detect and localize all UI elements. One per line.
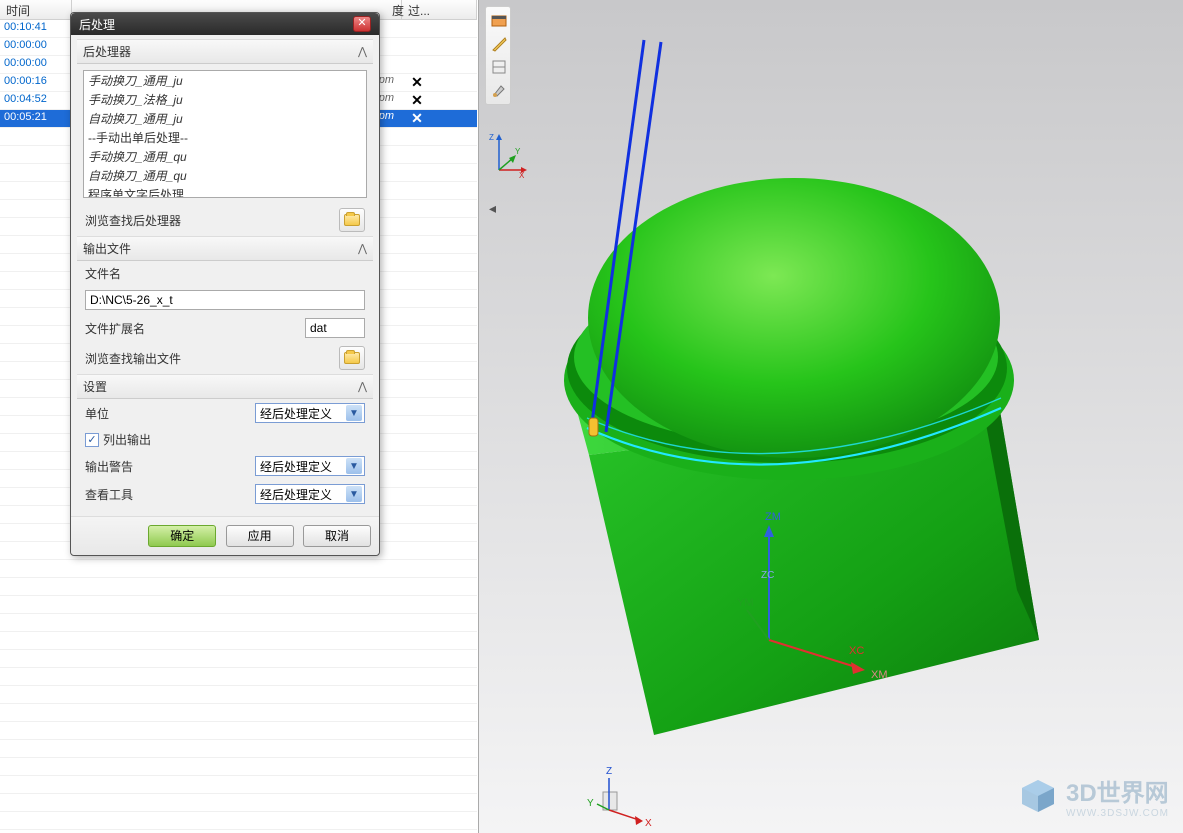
- chevron-up-icon[interactable]: ⋀: [358, 45, 367, 58]
- svg-text:ZC: ZC: [761, 570, 774, 581]
- list-item[interactable]: 手动换刀_通用_ju: [84, 71, 366, 90]
- list-item[interactable]: 手动换刀_法格_ju: [84, 90, 366, 109]
- ext-input[interactable]: [305, 318, 365, 338]
- table-row[interactable]: [0, 686, 477, 704]
- list-item[interactable]: 自动换刀_通用_ju: [84, 109, 366, 128]
- axis-xm-label: XM: [871, 669, 888, 681]
- table-row[interactable]: [0, 632, 477, 650]
- filename-label: 文件名: [85, 265, 121, 282]
- chevron-up-icon[interactable]: ⋀: [358, 242, 367, 255]
- col-time[interactable]: 时间: [0, 0, 72, 19]
- folder-icon: [344, 214, 360, 226]
- browse-output-button[interactable]: [339, 346, 365, 370]
- table-row[interactable]: [0, 794, 477, 812]
- warn-label: 输出警告: [85, 458, 133, 475]
- chevron-down-icon: ▼: [346, 458, 362, 474]
- filename-input[interactable]: [85, 290, 365, 310]
- close-icon[interactable]: ✕: [353, 16, 371, 32]
- table-row[interactable]: [0, 758, 477, 776]
- section-output: 输出文件: [83, 240, 131, 257]
- axis-y-label: YM: [737, 597, 754, 609]
- list-item[interactable]: --手动出单后处理--: [84, 128, 366, 147]
- 3d-viewport[interactable]: Z X Y ◂: [478, 0, 1183, 833]
- dialog-title: 后处理: [79, 16, 115, 33]
- axis-x-label: XC: [849, 645, 864, 657]
- table-row[interactable]: [0, 704, 477, 722]
- apply-button[interactable]: 应用: [226, 525, 294, 547]
- list-item[interactable]: 程序单文字后处理: [84, 185, 366, 198]
- browse-output-label: 浏览查找输出文件: [85, 350, 181, 367]
- section-settings: 设置: [83, 378, 107, 395]
- list-item[interactable]: 手动换刀_通用_qu: [84, 147, 366, 166]
- warn-dropdown[interactable]: 经后处理定义▼: [255, 456, 365, 476]
- list-output-label: 列出输出: [103, 431, 151, 448]
- table-row[interactable]: [0, 614, 477, 632]
- table-row[interactable]: [0, 596, 477, 614]
- section-postprocessor: 后处理器: [83, 43, 131, 60]
- viewtool-label: 查看工具: [85, 486, 133, 503]
- unit-dropdown[interactable]: 经后处理定义▼: [255, 403, 365, 423]
- browse-post-button[interactable]: [339, 208, 365, 232]
- unit-label: 单位: [85, 405, 109, 422]
- chevron-up-icon[interactable]: ⋀: [358, 380, 367, 393]
- table-row[interactable]: [0, 668, 477, 686]
- cube-icon: [1018, 776, 1058, 816]
- list-output-checkbox[interactable]: ✓: [85, 433, 99, 447]
- list-item[interactable]: 自动换刀_通用_qu: [84, 166, 366, 185]
- table-row[interactable]: [0, 812, 477, 830]
- table-row[interactable]: [0, 740, 477, 758]
- table-row[interactable]: [0, 578, 477, 596]
- folder-icon: [344, 352, 360, 364]
- svg-text:X: X: [645, 818, 652, 829]
- watermark-sub: WWW.3DSJW.COM: [1066, 808, 1169, 819]
- browse-post-label: 浏览查找后处理器: [85, 212, 181, 229]
- postprocessor-list[interactable]: 手动换刀_通用_ju手动换刀_法格_ju自动换刀_通用_ju--手动出单后处理-…: [83, 70, 367, 198]
- cancel-button[interactable]: 取消: [303, 525, 371, 547]
- svg-text:Z: Z: [606, 766, 612, 777]
- table-row[interactable]: [0, 560, 477, 578]
- ext-label: 文件扩展名: [85, 320, 145, 337]
- chevron-down-icon: ▼: [346, 405, 362, 421]
- axis-z-label: ZM: [765, 511, 781, 523]
- svg-text:Y: Y: [587, 798, 594, 809]
- col-over[interactable]: 过...: [402, 0, 477, 19]
- 3d-model: ZM XC XM YM ZC Z X Y: [479, 0, 1183, 833]
- watermark-text: 3D世界网: [1066, 773, 1169, 808]
- table-row[interactable]: [0, 776, 477, 794]
- viewtool-dropdown[interactable]: 经后处理定义▼: [255, 484, 365, 504]
- table-row[interactable]: [0, 722, 477, 740]
- postprocess-dialog: 后处理 ✕ 后处理器 ⋀ 手动换刀_通用_ju手动换刀_法格_ju自动换刀_通用…: [70, 12, 380, 556]
- table-row[interactable]: [0, 650, 477, 668]
- chevron-down-icon: ▼: [346, 486, 362, 502]
- watermark: 3D世界网 WWW.3DSJW.COM: [1018, 773, 1169, 819]
- ok-button[interactable]: 确定: [148, 525, 216, 547]
